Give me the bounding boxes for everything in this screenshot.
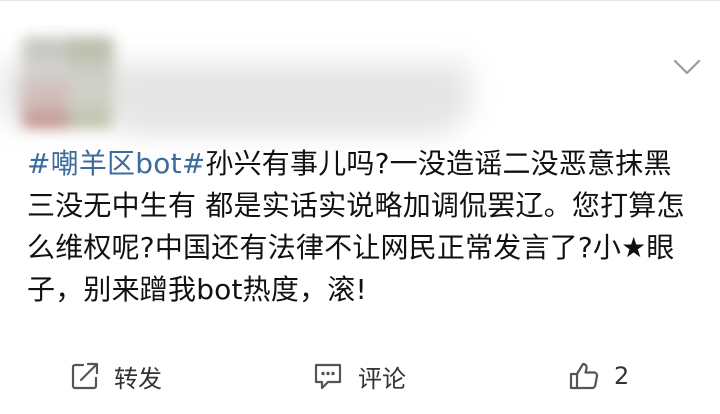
like-count: 2 [614, 362, 630, 390]
comment-label: 评论 [358, 364, 406, 393]
share-icon [71, 362, 99, 390]
thumbs-up-icon [569, 362, 599, 390]
topic-link[interactable]: #嘲羊区bot# [27, 147, 205, 180]
comment-button[interactable]: 评论 [312, 359, 406, 393]
chevron-down-icon[interactable] [672, 57, 702, 77]
post-card: #嘲羊区bot#孙兴有事儿吗?一没造谣二没恶意抹黑三没无中生有 都是实话实说略加… [0, 0, 720, 414]
forward-button[interactable]: 转发 [70, 359, 162, 393]
action-bar: 转发 评论 2 [0, 341, 720, 411]
post-header [0, 1, 720, 135]
forward-label: 转发 [114, 364, 162, 393]
comment-icon [314, 363, 342, 390]
post-meta-blurred [120, 101, 450, 135]
post-content: #嘲羊区bot#孙兴有事儿吗?一没造谣二没恶意抹黑三没无中生有 都是实话实说略加… [27, 143, 697, 311]
like-button[interactable]: 2 [568, 359, 629, 393]
